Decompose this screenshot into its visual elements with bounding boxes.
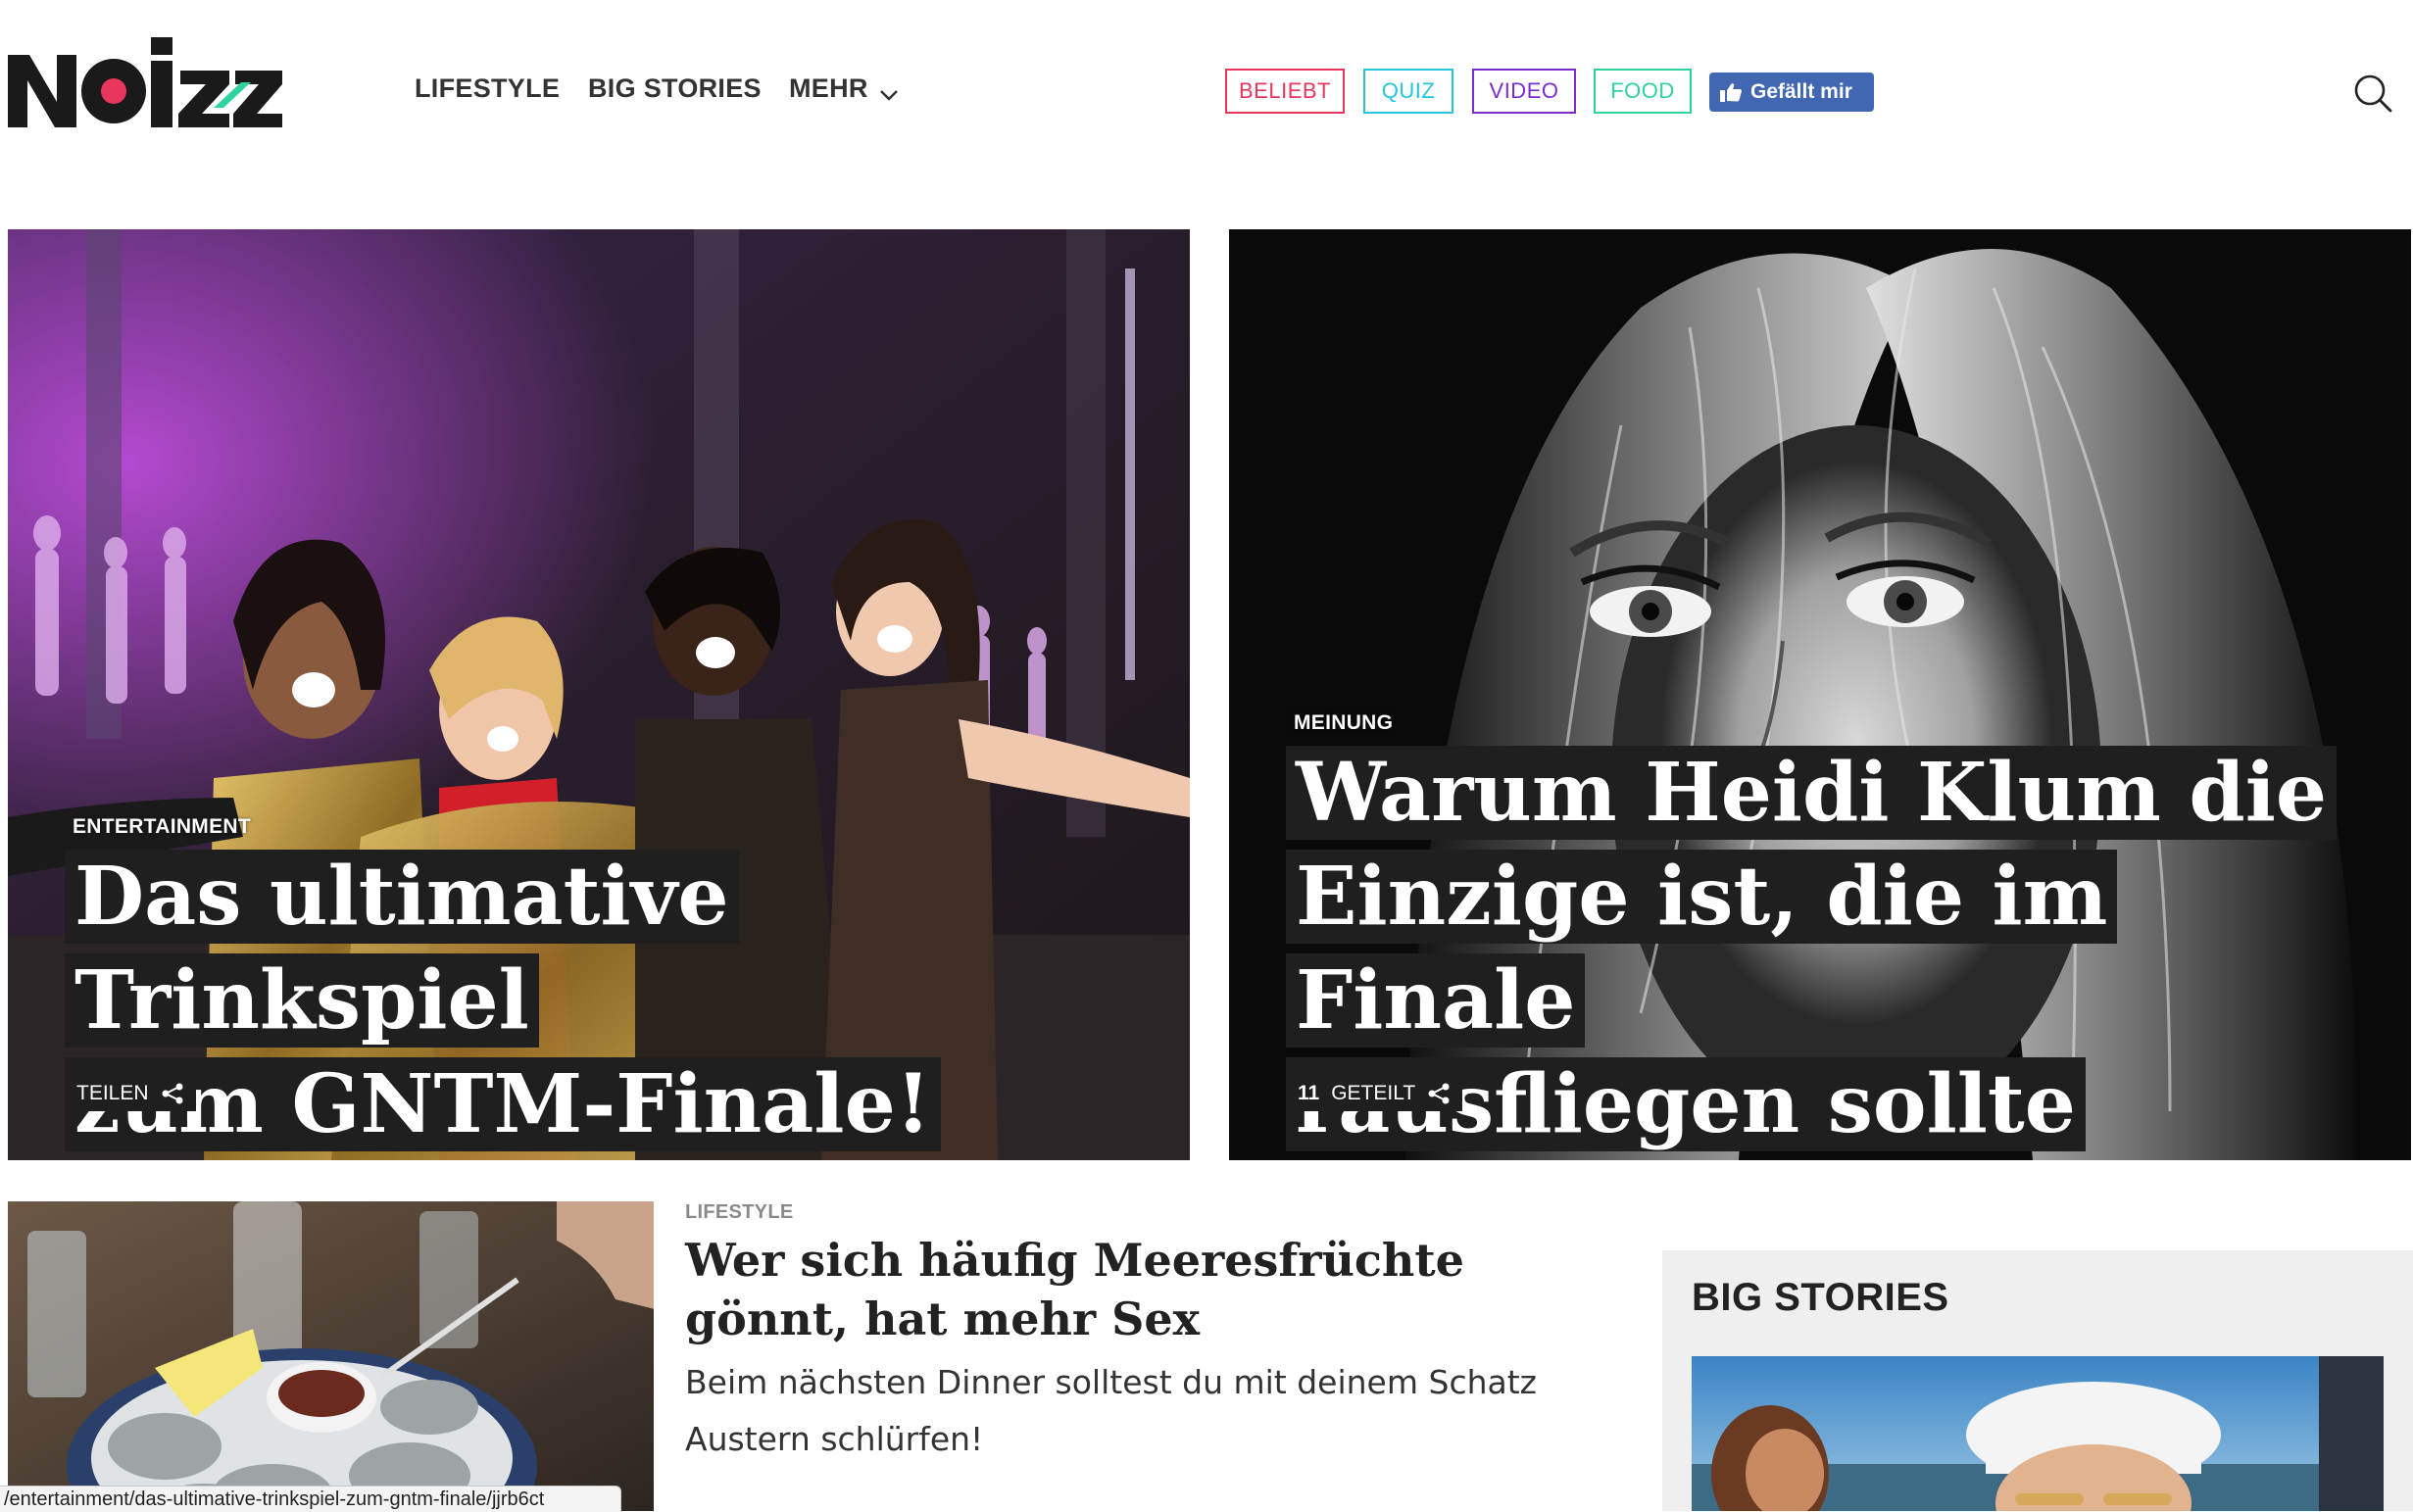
hero-card-heidi-klum[interactable]: MEINUNG Warum Heidi Klum die Einzige ist…	[1229, 229, 2411, 1160]
hero-headline-line: Einzige ist, die im Finale	[1286, 850, 2118, 1048]
tag-food[interactable]: FOOD	[1594, 69, 1692, 114]
article-teaser: Beim nächsten Dinner solltest du mit dei…	[685, 1363, 1537, 1458]
chevron-down-icon[interactable]	[878, 84, 900, 106]
big-stories-thumbnail[interactable]	[1692, 1356, 2384, 1511]
tag-video[interactable]: VIDEO	[1472, 69, 1576, 114]
nav-lifestyle[interactable]: LIFESTYLE	[415, 73, 560, 104]
hero-headline-line: Warum Heidi Klum die	[1286, 746, 2338, 840]
browser-status-url: /entertainment/das-ultimative-trinkspiel…	[0, 1486, 622, 1512]
hero-headline-line: zum GNTM-Finale!	[65, 1057, 941, 1151]
article-category: LIFESTYLE	[685, 1201, 794, 1223]
share-button[interactable]: TEILEN	[65, 1076, 196, 1111]
share-label: TEILEN	[76, 1082, 149, 1104]
oysters-photo	[8, 1201, 654, 1511]
hero-headline[interactable]: Das ultimative Trinkspiel zum GNTM-Final…	[65, 845, 1143, 1156]
share-icon	[162, 1083, 183, 1104]
nav-mehr[interactable]: MEHR	[789, 73, 868, 104]
noizz-logo[interactable]	[8, 33, 282, 131]
facebook-like-label: Gefällt mir	[1750, 80, 1852, 103]
big-stories-title: BIG STORIES	[1692, 1276, 1949, 1319]
big-stories-panel: BIG STORIES	[1662, 1250, 2413, 1511]
share-count: 11	[1298, 1082, 1320, 1104]
tag-beliebt[interactable]: BELIEBT	[1225, 69, 1345, 114]
tag-quiz[interactable]: QUIZ	[1363, 69, 1453, 114]
share-label: GETEILT	[1331, 1082, 1416, 1104]
share-icon	[1428, 1083, 1450, 1104]
beach-photo	[1692, 1356, 2384, 1511]
article-title[interactable]: Wer sich häufig Meeresfrüchte gönnt, hat…	[685, 1231, 1626, 1348]
hero-category: ENTERTAINMENT	[73, 815, 251, 838]
hero-card-gntm-trinkspiel[interactable]: ENTERTAINMENT Das ultimative Trinkspiel …	[8, 229, 1190, 1160]
search-icon[interactable]	[2352, 73, 2393, 114]
hero-category: MEINUNG	[1294, 711, 1394, 734]
facebook-like-button[interactable]: Gefällt mir	[1709, 73, 1874, 112]
thumbs-up-icon	[1720, 83, 1742, 102]
hero-headline-line: Das ultimative Trinkspiel	[65, 850, 739, 1048]
nav-big-stories[interactable]: BIG STORIES	[588, 73, 762, 104]
share-button[interactable]: 11 GETEILT	[1286, 1076, 1463, 1111]
article-thumbnail[interactable]	[8, 1201, 654, 1511]
